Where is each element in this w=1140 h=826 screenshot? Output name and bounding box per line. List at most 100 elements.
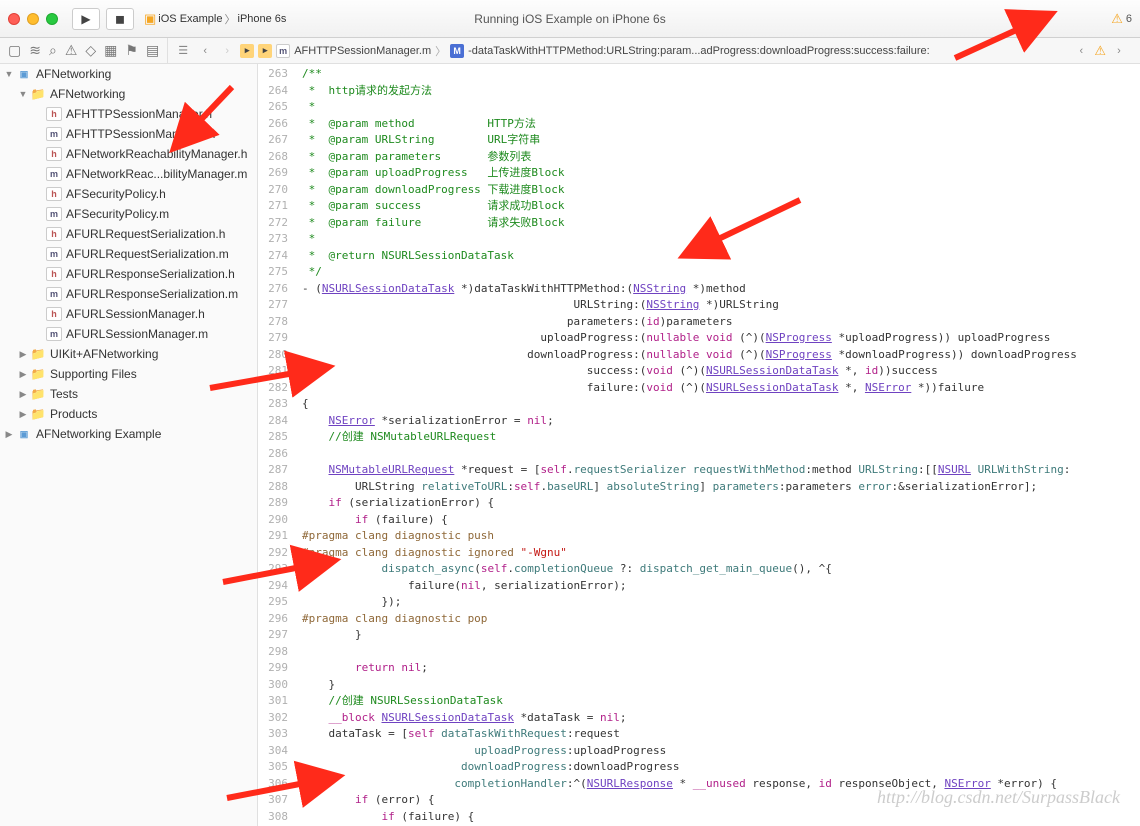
folder-icon: 📁 xyxy=(30,87,46,101)
folder-icon: 📁 xyxy=(30,347,46,361)
project-navigator: ▼ ▣ AFNetworking ▼ 📁 AFNetworking hAFHTT… xyxy=(0,64,258,826)
file-name: AFSecurityPolicy.h xyxy=(66,187,166,201)
find-navigator-tab[interactable]: ⌕ xyxy=(49,42,57,59)
m-file-icon: m xyxy=(46,247,62,261)
navigator-tabs: ▢ ≋ ⌕ ⚠ ◇ ▦ ⚑ ▤ xyxy=(0,42,167,59)
disclosure-triangle-icon[interactable]: ▶ xyxy=(16,369,30,380)
annotation-arrow-icon xyxy=(182,82,242,145)
run-button[interactable]: ▶ xyxy=(72,8,100,30)
folder-icon: 📁 xyxy=(30,387,46,401)
m-file-icon: m xyxy=(46,287,62,301)
project-navigator-tab[interactable]: ▢ xyxy=(8,42,21,59)
jump-bar-file: AFHTTPSessionManager.m xyxy=(294,45,431,57)
code-content[interactable]: /** * http请求的发起方法 * * @param method HTTP… xyxy=(294,64,1140,826)
scheme-name: iOS Example xyxy=(158,13,222,25)
h-file-icon: h xyxy=(46,107,62,121)
file-name: AFURLRequestSerialization.h xyxy=(66,227,225,241)
next-issue-button[interactable]: › xyxy=(1110,45,1128,57)
watermark: http://blog.csdn.net/SurpassBlack xyxy=(877,787,1120,808)
symbol-navigator-tab[interactable]: ≋ xyxy=(29,42,41,59)
file-icon: m xyxy=(276,44,290,58)
file-row[interactable]: h AFSecurityPolicy.h xyxy=(0,184,257,204)
group-name: Supporting Files xyxy=(50,367,137,381)
annotation-arrow-icon xyxy=(218,552,318,595)
debug-navigator-tab[interactable]: ▦ xyxy=(104,42,117,59)
group-row[interactable]: ▶📁 Products xyxy=(0,404,257,424)
file-row[interactable]: h AFURLRequestSerialization.h xyxy=(0,224,257,244)
m-file-icon: m xyxy=(46,207,62,221)
warning-icon: ⚠ xyxy=(1111,11,1123,27)
file-name: AFNetworkReachabilityManager.h xyxy=(66,147,247,161)
warning-count: 6 xyxy=(1126,13,1132,25)
issues-badge[interactable]: ⚠ 6 xyxy=(1111,11,1132,27)
minimize-window-button[interactable] xyxy=(27,13,39,25)
disclosure-triangle-icon[interactable]: ▶ xyxy=(16,409,30,420)
project-icon: ▣ xyxy=(16,427,32,441)
disclosure-triangle-icon[interactable]: ▶ xyxy=(16,389,30,400)
project-root[interactable]: ▼ ▣ AFNetworking xyxy=(0,64,257,84)
back-button[interactable]: ‹ xyxy=(196,45,214,57)
m-file-icon: m xyxy=(46,127,62,141)
file-name: AFURLSessionManager.h xyxy=(66,307,205,321)
group-name: UIKit+AFNetworking xyxy=(50,347,158,361)
zoom-window-button[interactable] xyxy=(46,13,58,25)
project-name: AFNetworking Example xyxy=(36,427,161,441)
file-row[interactable]: m AFSecurityPolicy.m xyxy=(0,204,257,224)
h-file-icon: h xyxy=(46,227,62,241)
file-name: AFURLRequestSerialization.m xyxy=(66,247,229,261)
activity-status: Running iOS Example on iPhone 6s xyxy=(474,12,665,26)
report-navigator-tab[interactable]: ▤ xyxy=(146,42,159,59)
prev-issue-button[interactable]: ‹ xyxy=(1072,45,1090,57)
file-row[interactable]: mAFNetworkReac...bilityManager.m xyxy=(0,164,257,184)
annotation-arrow-icon xyxy=(205,358,315,401)
folder-icon: ▸ xyxy=(258,44,272,58)
m-file-icon: m xyxy=(46,327,62,341)
project-row[interactable]: ▶ ▣ AFNetworking Example xyxy=(0,424,257,444)
close-window-button[interactable] xyxy=(8,13,20,25)
disclosure-triangle-icon[interactable]: ▶ xyxy=(2,429,16,440)
group-name: Tests xyxy=(50,387,78,401)
h-file-icon: h xyxy=(46,307,62,321)
annotation-arrow-icon xyxy=(222,768,322,811)
file-name: AFURLResponseSerialization.h xyxy=(66,267,235,281)
folder-icon: ▸ xyxy=(240,44,254,58)
main-area: ▼ ▣ AFNetworking ▼ 📁 AFNetworking hAFHTT… xyxy=(0,64,1140,826)
disclosure-triangle-icon[interactable]: ▼ xyxy=(16,89,30,99)
scheme-selector[interactable]: ▣ iOS Example 〉 iPhone 6s xyxy=(144,11,286,27)
file-row[interactable]: m AFURLSessionManager.m xyxy=(0,324,257,344)
file-row[interactable]: m AFURLRequestSerialization.m xyxy=(0,244,257,264)
group-name: AFNetworking xyxy=(50,87,125,101)
jump-bar-symbol: -dataTaskWithHTTPMethod:URLString:param.… xyxy=(468,45,930,57)
folder-icon: 📁 xyxy=(30,367,46,381)
file-name: AFSecurityPolicy.m xyxy=(66,207,169,221)
code-editor[interactable]: 263 264 265 266 267 268 269 270 271 272 … xyxy=(258,64,1140,826)
disclosure-triangle-icon[interactable]: ▶ xyxy=(16,349,30,360)
device-name: iPhone 6s xyxy=(238,13,287,25)
project-name: AFNetworking xyxy=(36,67,111,81)
file-name: AFURLSessionManager.m xyxy=(66,327,208,341)
file-name: AFNetworkReac...bilityManager.m xyxy=(66,167,247,181)
forward-button[interactable]: › xyxy=(218,45,236,57)
folder-icon: 📁 xyxy=(30,407,46,421)
disclosure-triangle-icon[interactable]: ▼ xyxy=(2,69,16,79)
file-row[interactable]: h AFURLResponseSerialization.h xyxy=(0,264,257,284)
h-file-icon: h xyxy=(46,187,62,201)
file-row[interactable]: h AFNetworkReachabilityManager.h xyxy=(0,144,257,164)
window-controls xyxy=(8,13,58,25)
file-row[interactable]: mAFURLResponseSerialization.m xyxy=(0,284,257,304)
app-icon: ▣ xyxy=(144,11,156,27)
project-icon: ▣ xyxy=(16,67,32,81)
issue-navigator-tab[interactable]: ⚠ xyxy=(65,42,78,59)
annotation-arrow-icon xyxy=(700,195,810,258)
method-icon: M xyxy=(450,44,464,58)
stop-button[interactable]: ◼ xyxy=(106,8,134,30)
breakpoint-navigator-tab[interactable]: ⚑ xyxy=(125,42,138,59)
test-navigator-tab[interactable]: ◇ xyxy=(85,42,96,59)
h-file-icon: h xyxy=(46,147,62,161)
annotation-arrow-icon xyxy=(950,18,1040,71)
related-items-icon[interactable]: ☰ xyxy=(174,44,192,57)
file-row[interactable]: h AFURLSessionManager.h xyxy=(0,304,257,324)
h-file-icon: h xyxy=(46,267,62,281)
group-name: Products xyxy=(50,407,97,421)
warning-icon: ⚠ xyxy=(1094,43,1106,59)
